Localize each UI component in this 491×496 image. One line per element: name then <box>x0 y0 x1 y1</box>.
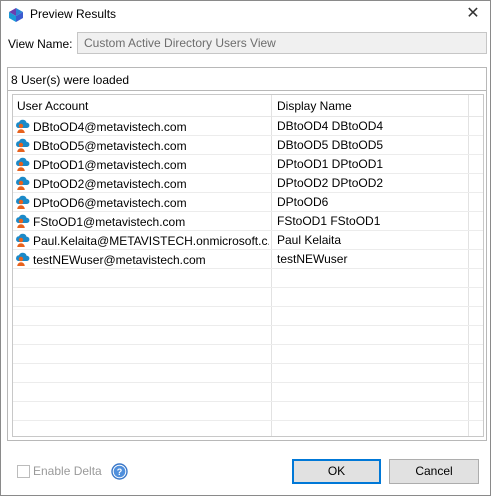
empty-row <box>13 326 483 345</box>
column-header-display-name[interactable]: Display Name <box>277 99 352 113</box>
display-name-cell: Paul Kelaita <box>277 233 342 247</box>
empty-row <box>13 269 483 288</box>
display-name-cell: FStoOD1 FStoOD1 <box>277 214 381 228</box>
user-account-text: testNEWuser@metavistech.com <box>33 253 206 267</box>
table-row[interactable]: Paul.Kelaita@METAVISTECH.onmicrosoft.c..… <box>13 231 483 250</box>
table-body: DBtoOD4@metavistech.com DBtoOD4 DBtoOD4 DB… <box>13 117 483 436</box>
user-account-text: Paul.Kelaita@METAVISTECH.onmicrosoft.c..… <box>33 234 269 248</box>
user-account-cell: DPtoOD1@metavistech.com <box>15 156 269 173</box>
user-account-cell: DPtoOD6@metavistech.com <box>15 194 269 211</box>
view-name-field <box>77 32 487 54</box>
user-account-text: FStoOD1@metavistech.com <box>33 215 186 229</box>
preview-results-dialog: Preview Results ✕ View Name: 8 User(s) w… <box>0 0 491 496</box>
user-account-text: DPtoOD2@metavistech.com <box>33 177 187 191</box>
user-account-text: DPtoOD6@metavistech.com <box>33 196 187 210</box>
user-account-cell: testNEWuser@metavistech.com <box>15 251 269 268</box>
cloud-user-icon <box>15 232 31 248</box>
ok-button[interactable]: OK <box>292 459 381 484</box>
cloud-user-icon <box>15 156 31 172</box>
table-row[interactable]: DPtoOD1@metavistech.com DPtoOD1 DPtoOD1 <box>13 155 483 174</box>
cancel-button[interactable]: Cancel <box>389 459 479 484</box>
user-account-cell: DPtoOD2@metavistech.com <box>15 175 269 192</box>
user-account-cell: Paul.Kelaita@METAVISTECH.onmicrosoft.c..… <box>15 232 269 249</box>
empty-row <box>13 307 483 326</box>
empty-row <box>13 402 483 421</box>
display-name-cell: DBtoOD5 DBtoOD5 <box>277 138 384 152</box>
svg-text:?: ? <box>117 467 123 477</box>
app-logo-icon <box>8 7 24 23</box>
display-name-cell: DPtoOD1 DPtoOD1 <box>277 157 384 171</box>
cloud-user-icon <box>15 213 31 229</box>
user-account-cell: FStoOD1@metavistech.com <box>15 213 269 230</box>
user-account-text: DBtoOD4@metavistech.com <box>33 120 187 134</box>
table-row[interactable]: DBtoOD5@metavistech.com DBtoOD5 DBtoOD5 <box>13 136 483 155</box>
user-account-cell: DBtoOD4@metavistech.com <box>15 118 269 135</box>
table-row[interactable]: DPtoOD2@metavistech.com DPtoOD2 DPtoOD2 <box>13 174 483 193</box>
empty-row <box>13 364 483 383</box>
display-name-cell: DPtoOD6 <box>277 195 329 209</box>
empty-row <box>13 421 483 436</box>
cloud-user-icon <box>15 251 31 267</box>
display-name-cell: DPtoOD2 DPtoOD2 <box>277 176 384 190</box>
cloud-user-icon <box>15 194 31 210</box>
divider <box>8 90 486 91</box>
cloud-user-icon <box>15 137 31 153</box>
window-title: Preview Results <box>30 7 117 21</box>
table-row[interactable]: DPtoOD6@metavistech.com DPtoOD6 <box>13 193 483 212</box>
empty-row <box>13 288 483 307</box>
display-name-cell: DBtoOD4 DBtoOD4 <box>277 119 384 133</box>
close-icon[interactable]: ✕ <box>462 4 484 24</box>
display-name-cell: testNEWuser <box>277 252 348 266</box>
table-row[interactable]: FStoOD1@metavistech.com FStoOD1 FStoOD1 <box>13 212 483 231</box>
table-row[interactable]: testNEWuser@metavistech.com testNEWuser <box>13 250 483 269</box>
empty-row <box>13 383 483 402</box>
column-header-user-account[interactable]: User Account <box>17 99 88 113</box>
user-account-text: DBtoOD5@metavistech.com <box>33 139 187 153</box>
enable-delta-label: Enable Delta <box>33 464 102 478</box>
table-header: User Account Display Name <box>13 95 483 117</box>
enable-delta-checkbox[interactable] <box>17 465 30 478</box>
user-account-text: DPtoOD1@metavistech.com <box>33 158 187 172</box>
loaded-status-text: 8 User(s) were loaded <box>11 73 130 87</box>
empty-row <box>13 345 483 364</box>
table-row[interactable]: DBtoOD4@metavistech.com DBtoOD4 DBtoOD4 <box>13 117 483 136</box>
user-account-cell: DBtoOD5@metavistech.com <box>15 137 269 154</box>
help-icon[interactable]: ? <box>111 463 128 480</box>
cloud-user-icon <box>15 118 31 134</box>
title-bar: Preview Results ✕ <box>1 1 490 29</box>
view-name-label: View Name: <box>8 37 73 51</box>
results-panel: 8 User(s) were loaded User Account Displ… <box>7 67 487 441</box>
cloud-user-icon <box>15 175 31 191</box>
users-table[interactable]: User Account Display Name DBtoOD4@metavi… <box>12 94 484 437</box>
